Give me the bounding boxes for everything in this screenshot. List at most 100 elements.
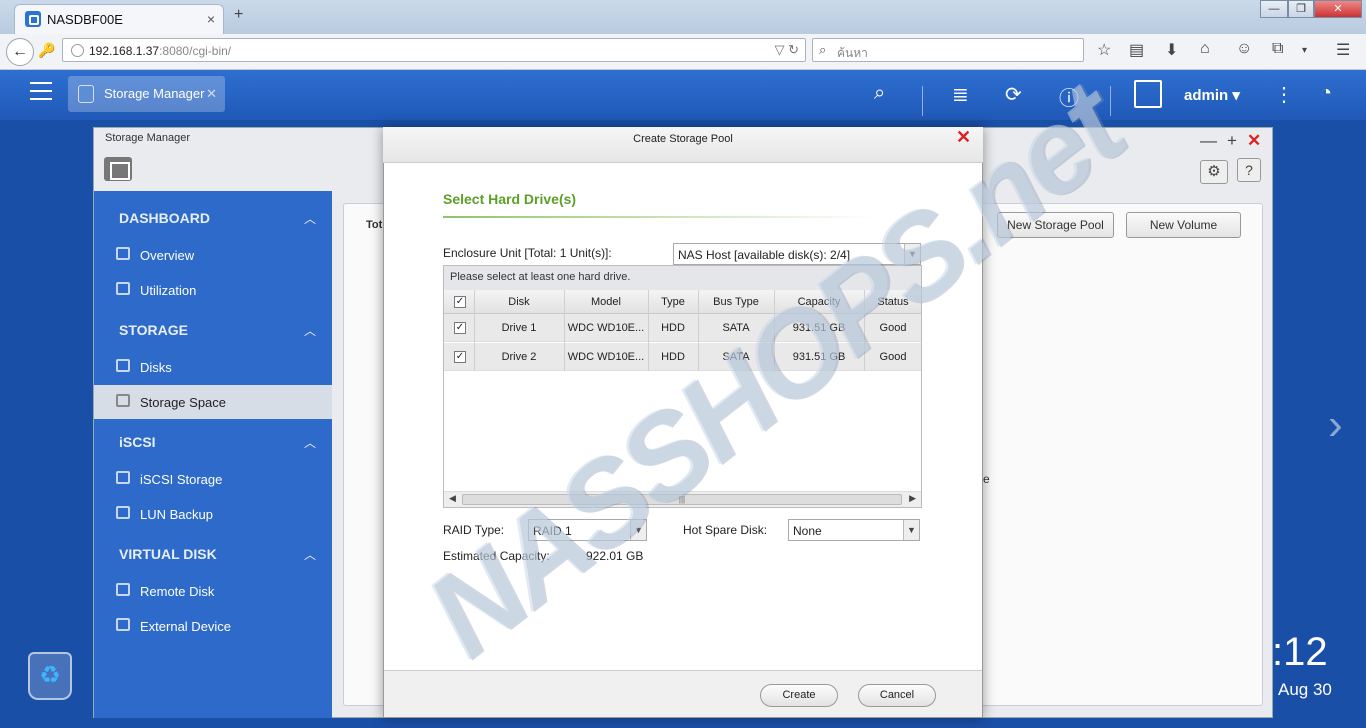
- qnap-favicon-icon: [25, 11, 41, 27]
- storage-space-icon: [116, 394, 130, 407]
- bookmark-star-icon[interactable]: ☆: [1097, 40, 1111, 60]
- app-tab-close-icon[interactable]: ✕: [206, 86, 217, 102]
- app-tab-storage-manager[interactable]: Storage Manager ✕: [68, 76, 225, 112]
- iscsi-storage-icon: [116, 471, 130, 484]
- remote-disk-icon: [116, 583, 130, 596]
- section-heading: Select Hard Drive(s): [443, 191, 577, 207]
- row-checkbox[interactable]: ✓: [454, 322, 466, 334]
- user-menu[interactable]: admin ▾: [1184, 86, 1240, 104]
- tab-close-icon[interactable]: ×: [207, 11, 215, 27]
- user-avatar-icon[interactable]: [1134, 80, 1162, 108]
- column-divider: [648, 290, 649, 371]
- cell-model: WDC WD10E...: [567, 351, 645, 363]
- separator: [1110, 86, 1111, 116]
- heading-underline: [443, 216, 873, 218]
- dashboard-gauge-icon[interactable]: ◔: [1320, 82, 1332, 105]
- separator: [922, 86, 923, 116]
- layout-toggle-icon[interactable]: [104, 157, 132, 181]
- sidebar-item-lun-backup[interactable]: LUN Backup: [94, 497, 332, 531]
- desktop-date: Aug 30: [1278, 680, 1332, 699]
- sidebar-item-storage-space[interactable]: Storage Space: [94, 385, 332, 419]
- help-icon[interactable]: ?: [1237, 158, 1261, 182]
- reload-icon[interactable]: ▽ ↻: [774, 42, 799, 58]
- external-device-icon: [116, 618, 130, 631]
- column-divider: [474, 290, 475, 371]
- sidebar-item-overview[interactable]: Overview: [94, 238, 332, 272]
- cell-disk: Drive 1: [501, 322, 537, 334]
- addon-icon[interactable]: ⧉: [1272, 40, 1283, 58]
- chevron-up-icon[interactable]: ︿: [304, 434, 316, 451]
- hot-spare-select[interactable]: None ▼: [788, 519, 920, 541]
- storage-manager-icon: [78, 85, 94, 103]
- cell-type: HDD: [661, 322, 685, 334]
- select-all-checkbox[interactable]: ✓: [454, 296, 466, 308]
- partial-text: e: [983, 472, 990, 486]
- sidebar-item-iscsi-storage[interactable]: iSCSI Storage: [94, 462, 332, 496]
- row-checkbox[interactable]: ✓: [454, 351, 466, 363]
- total-label: Tot: [366, 219, 383, 231]
- url-bar[interactable]: 192.168.1.37:8080/cgi-bin/ ▽ ↻: [62, 38, 806, 62]
- chat-icon[interactable]: ☺: [1236, 40, 1252, 58]
- main-menu-icon[interactable]: [30, 82, 52, 100]
- more-options-icon[interactable]: ⋮: [1274, 82, 1294, 107]
- sidebar-section-virtual-disk[interactable]: VIRTUAL DISK: [119, 546, 217, 562]
- lun-backup-icon: [116, 506, 130, 519]
- enclosure-label: Enclosure Unit [Total: 1 Unit(s)]:: [443, 246, 612, 260]
- cancel-button[interactable]: Cancel: [858, 684, 936, 707]
- download-icon[interactable]: ⬇: [1165, 40, 1178, 60]
- search-icon: ⌕: [819, 42, 827, 57]
- chevron-down-icon[interactable]: ▼: [903, 520, 919, 540]
- window-title: Storage Manager: [105, 132, 190, 144]
- close-icon[interactable]: ✕: [1247, 131, 1271, 150]
- browser-search-input[interactable]: ⌕ ค้นหา: [812, 38, 1084, 62]
- close-window-button[interactable]: ✕: [1314, 0, 1362, 18]
- chevron-up-icon[interactable]: ︿: [304, 322, 316, 339]
- sidebar-section-storage[interactable]: STORAGE: [119, 322, 188, 338]
- overview-icon: [116, 247, 130, 260]
- sidebar-section-iscsi[interactable]: iSCSI: [119, 434, 156, 450]
- column-header-disk[interactable]: Disk: [474, 296, 564, 308]
- browser-tab[interactable]: NASDBF00E ×: [14, 4, 224, 34]
- maximize-button[interactable]: ❐: [1288, 0, 1314, 18]
- new-volume-button[interactable]: New Volume: [1126, 212, 1241, 238]
- sidebar-item-external-device[interactable]: External Device: [94, 609, 332, 643]
- window-controls: — ❐ ✕: [1260, 0, 1364, 18]
- sidebar-item-remote-disk[interactable]: Remote Disk: [94, 574, 332, 608]
- menu-icon[interactable]: ☰: [1336, 40, 1350, 60]
- sidebar: DASHBOARD ︿ Overview Utilization STORAGE…: [94, 191, 332, 718]
- cell-disk: Drive 2: [501, 351, 537, 363]
- create-button[interactable]: Create: [760, 684, 838, 707]
- recycle-bin-icon[interactable]: ♻: [28, 652, 72, 700]
- gear-icon[interactable]: ⚙: [1200, 160, 1228, 184]
- search-icon[interactable]: ⌕: [874, 82, 885, 105]
- home-icon[interactable]: ⌂: [1200, 40, 1210, 58]
- maximize-icon[interactable]: +: [1227, 131, 1247, 150]
- column-divider: [564, 290, 565, 371]
- app-tab-label: Storage Manager: [104, 86, 205, 101]
- column-header-model[interactable]: Model: [564, 296, 648, 308]
- background-tasks-icon[interactable]: ≣: [952, 82, 969, 107]
- browser-tab-title: NASDBF00E: [47, 12, 123, 27]
- disk-icon: [116, 359, 130, 372]
- addon-dropdown-icon[interactable]: ▾: [1302, 45, 1307, 56]
- chevron-up-icon[interactable]: ︿: [304, 546, 316, 563]
- key-icon: 🔑: [38, 42, 56, 58]
- back-button[interactable]: ←: [6, 38, 34, 66]
- scroll-left-icon[interactable]: ◀: [449, 493, 456, 504]
- cell-model: WDC WD10E...: [567, 322, 645, 334]
- sidebar-item-disks[interactable]: Disks: [94, 350, 332, 384]
- globe-icon: [71, 44, 84, 57]
- dialog-title: Create Storage Pool: [633, 133, 733, 145]
- minimize-button[interactable]: —: [1260, 0, 1288, 18]
- next-desktop-arrow-icon[interactable]: ›: [1328, 400, 1343, 450]
- new-tab-button[interactable]: +: [234, 6, 243, 24]
- sidebar-item-utilization[interactable]: Utilization: [94, 273, 332, 307]
- desktop-clock: :12: [1272, 630, 1328, 674]
- reading-list-icon[interactable]: ▤: [1129, 40, 1144, 60]
- sidebar-section-dashboard[interactable]: DASHBOARD: [119, 210, 210, 226]
- scroll-right-icon[interactable]: ▶: [909, 493, 916, 504]
- minimize-icon[interactable]: —: [1200, 131, 1227, 150]
- column-header-type[interactable]: Type: [648, 296, 698, 308]
- url-text: 192.168.1.37:8080/cgi-bin/: [89, 44, 232, 58]
- chevron-up-icon[interactable]: ︿: [304, 210, 316, 227]
